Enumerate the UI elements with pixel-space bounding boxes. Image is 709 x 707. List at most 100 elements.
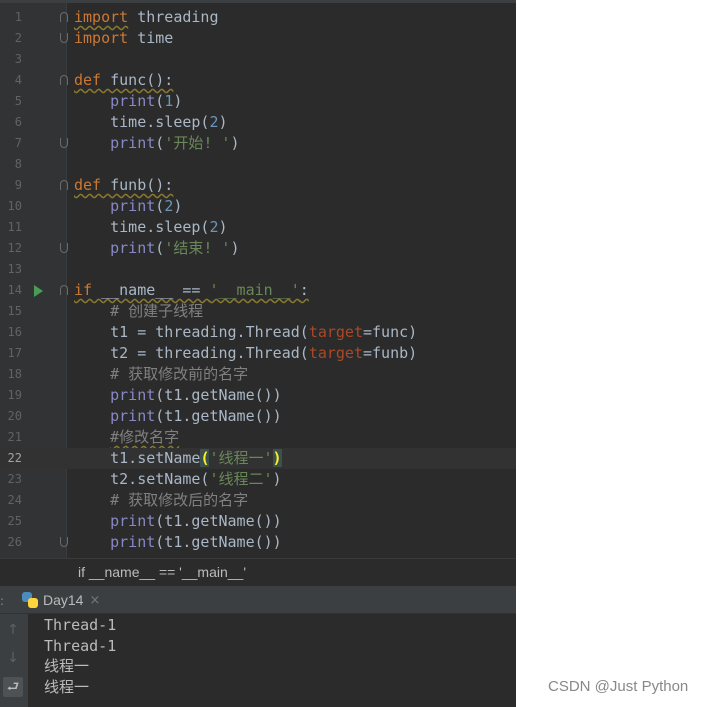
code-line[interactable]: 18 # 获取修改前的名字 xyxy=(0,364,516,385)
code-text: print('开始! ') xyxy=(110,134,240,152)
code-text: import time xyxy=(74,29,174,47)
line-number: 24 xyxy=(7,493,22,507)
code-text: # 获取修改前的名字 xyxy=(110,365,249,383)
fold-toggle-icon[interactable] xyxy=(60,180,68,190)
app-window: 1 import threading 2 import time 3 4 def… xyxy=(0,0,709,707)
line-number: 20 xyxy=(7,409,22,423)
code-line[interactable]: 25 print(t1.getName()) xyxy=(0,511,516,532)
code-text: #修改名字 xyxy=(110,428,180,446)
breadcrumb-item[interactable]: if __name__ == '__main__' xyxy=(78,564,246,580)
code-line[interactable]: 19 print(t1.getName()) xyxy=(0,385,516,406)
line-number: 21 xyxy=(7,430,22,444)
line-number: 19 xyxy=(7,388,22,402)
line-number: 22 xyxy=(7,451,22,465)
console-output-line: Thread-1 xyxy=(44,637,117,655)
code-line[interactable]: 24 # 获取修改后的名字 xyxy=(0,490,516,511)
line-number: 14 xyxy=(7,283,22,297)
code-text: t2 = threading.Thread(target=funb) xyxy=(74,344,418,362)
code-text: t1 = threading.Thread(target=func) xyxy=(74,323,418,341)
console-output-line: Thread-1 xyxy=(44,616,117,634)
python-icon xyxy=(22,592,38,608)
code-line[interactable]: 10 print(2) xyxy=(0,196,516,217)
line-number: 12 xyxy=(7,241,22,255)
line-number: 16 xyxy=(7,325,22,339)
code-text: def funb(): xyxy=(74,176,174,194)
line-number: 7 xyxy=(14,136,22,150)
code-line[interactable]: 1 import threading xyxy=(0,7,516,28)
line-number: 4 xyxy=(14,73,22,87)
code-line[interactable]: 21 #修改名字 xyxy=(0,427,516,448)
code-text: print(t1.getName()) xyxy=(110,407,282,425)
code-line[interactable]: 20 print(t1.getName()) xyxy=(0,406,516,427)
close-icon[interactable]: × xyxy=(89,593,100,608)
code-text: print(t1.getName()) xyxy=(110,512,282,530)
scroll-up-icon[interactable]: ↑ xyxy=(3,620,23,640)
run-icon[interactable] xyxy=(34,285,43,297)
code-line[interactable]: 16 t1 = threading.Thread(target=func) xyxy=(0,322,516,343)
code-line[interactable]: 26 print(t1.getName()) xyxy=(0,532,516,553)
code-line[interactable]: 8 xyxy=(0,154,516,175)
code-line[interactable]: 5 print(1) xyxy=(0,91,516,112)
line-number: 25 xyxy=(7,514,22,528)
code-line[interactable]: 7 print('开始! ') xyxy=(0,133,516,154)
code-text: time.sleep(2) xyxy=(74,218,228,236)
code-text: time.sleep(2) xyxy=(74,113,228,131)
code-text: print(2) xyxy=(110,197,183,215)
line-number: 26 xyxy=(7,535,22,549)
code-line[interactable]: 12 print('结束! ') xyxy=(0,238,516,259)
code-text: if __name__ == '__main__': xyxy=(74,281,309,299)
code-text: # 创建子线程 xyxy=(110,302,204,320)
line-number: 5 xyxy=(14,94,22,108)
code-text: t2.setName('线程二') xyxy=(74,470,282,488)
line-number: 17 xyxy=(7,346,22,360)
line-number: 8 xyxy=(14,157,22,171)
fold-toggle-icon[interactable] xyxy=(60,285,68,295)
code-line[interactable]: 23 t2.setName('线程二') xyxy=(0,469,516,490)
run-tab-day14[interactable]: Day14 × xyxy=(22,586,100,614)
line-number: 3 xyxy=(14,52,22,66)
code-line[interactable]: 3 xyxy=(0,49,516,70)
code-line[interactable]: 13 xyxy=(0,259,516,280)
line-number: 9 xyxy=(14,178,22,192)
code-line[interactable]: 17 t2 = threading.Thread(target=funb) xyxy=(0,343,516,364)
fold-toggle-icon[interactable] xyxy=(60,243,68,253)
console-toolbar: ↑ ↓ ⮐ xyxy=(0,614,28,707)
code-line[interactable]: 2 import time xyxy=(0,28,516,49)
code-line[interactable]: 14 if __name__ == '__main__': xyxy=(0,280,516,301)
soft-wrap-icon[interactable]: ⮐ xyxy=(3,677,23,697)
code-text: print(t1.getName()) xyxy=(110,386,282,404)
code-text: print(t1.getName()) xyxy=(110,533,282,551)
code-line[interactable]: 9 def funb(): xyxy=(0,175,516,196)
fold-toggle-icon[interactable] xyxy=(60,33,68,43)
watermark: CSDN @Just Python xyxy=(548,678,689,695)
code-line[interactable]: 6 time.sleep(2) xyxy=(0,112,516,133)
run-tool-window-header: : Day14 × xyxy=(0,586,516,614)
breadcrumb[interactable]: if __name__ == '__main__' xyxy=(0,558,516,586)
fold-toggle-icon[interactable] xyxy=(60,75,68,85)
line-number: 15 xyxy=(7,304,22,318)
code-line[interactable]: 15 # 创建子线程 xyxy=(0,301,516,322)
line-number: 11 xyxy=(7,220,22,234)
console-output-line: 线程一 xyxy=(44,657,90,675)
code-line[interactable]: 11 time.sleep(2) xyxy=(0,217,516,238)
fold-toggle-icon[interactable] xyxy=(60,138,68,148)
line-number: 18 xyxy=(7,367,22,381)
code-text: def func(): xyxy=(74,71,174,89)
code-editor[interactable]: 1 import threading 2 import time 3 4 def… xyxy=(0,0,516,558)
console-output-line: 线程一 xyxy=(44,678,90,696)
code-text: t1.setName('线程一') xyxy=(74,449,282,467)
fold-toggle-icon[interactable] xyxy=(60,12,68,22)
fold-toggle-icon[interactable] xyxy=(60,537,68,547)
line-number: 2 xyxy=(14,31,22,45)
line-number: 23 xyxy=(7,472,22,486)
run-tab-label: Day14 xyxy=(43,592,84,608)
code-text: print(1) xyxy=(110,92,183,110)
code-line-current[interactable]: 22 t1.setName('线程一') xyxy=(0,448,516,469)
run-console[interactable]: ↑ ↓ ⮐ Thread-1 Thread-1 线程一 线程一 xyxy=(0,614,516,707)
panel-edge-icon: : xyxy=(0,594,5,608)
line-number: 6 xyxy=(14,115,22,129)
scroll-down-icon[interactable]: ↓ xyxy=(3,648,23,668)
code-text: # 获取修改后的名字 xyxy=(110,491,249,509)
code-line[interactable]: 4 def func(): xyxy=(0,70,516,91)
line-number: 1 xyxy=(14,10,22,24)
